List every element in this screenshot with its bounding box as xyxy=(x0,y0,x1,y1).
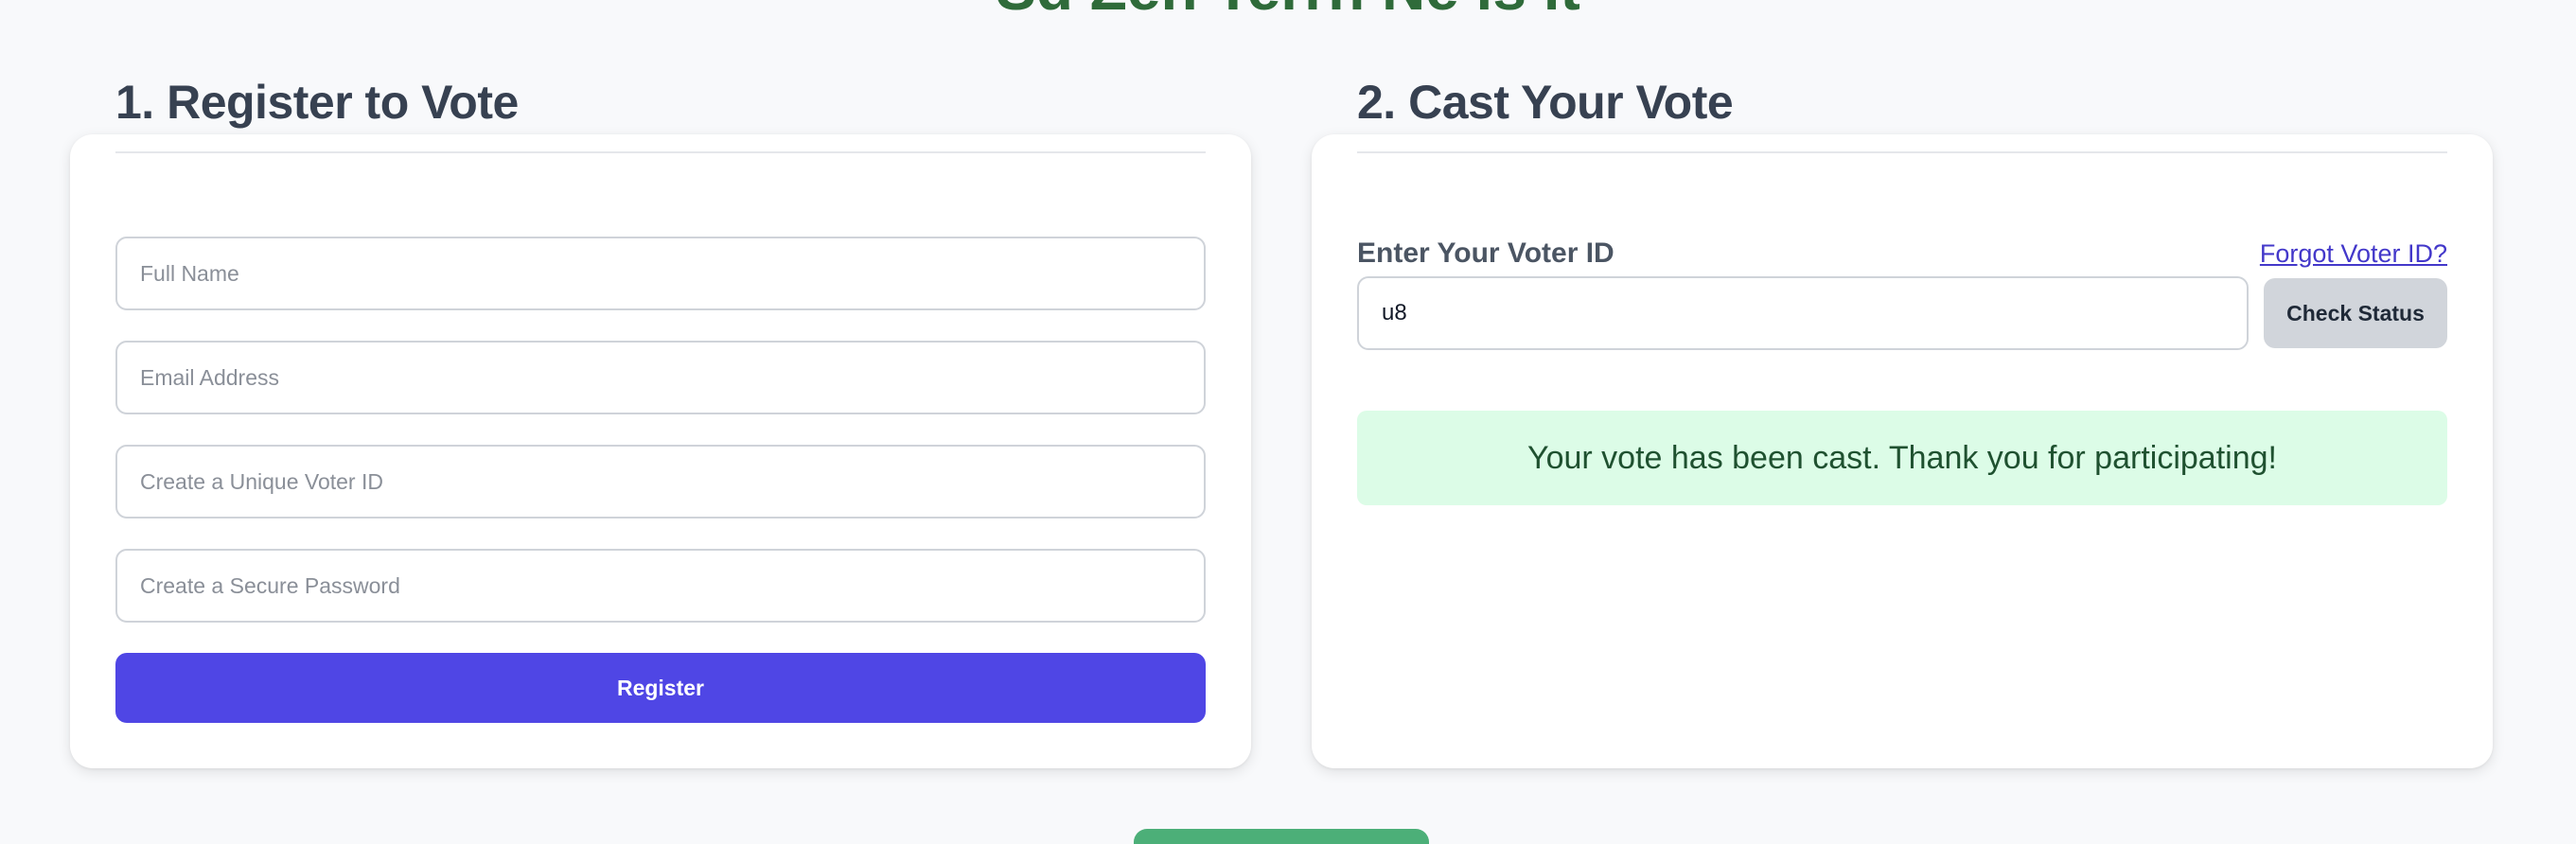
bottom-action-button[interactable] xyxy=(1134,829,1429,844)
voter-id-input[interactable] xyxy=(1357,276,2249,350)
cast-vote-heading: 2. Cast Your Vote xyxy=(1357,76,1734,129)
check-status-button[interactable]: Check Status xyxy=(2264,278,2447,348)
voter-id-label: Enter Your Voter ID xyxy=(1357,237,1614,269)
new-voter-id-input[interactable] xyxy=(115,445,1206,519)
register-divider xyxy=(115,151,1206,153)
full-name-input[interactable] xyxy=(115,237,1206,310)
password-input[interactable] xyxy=(115,549,1206,623)
page-title: Sd Zen Terrn Ne ls lt xyxy=(0,0,2576,19)
register-button[interactable]: Register xyxy=(115,653,1206,723)
forgot-voter-id-link[interactable]: Forgot Voter ID? xyxy=(2260,237,2447,271)
cast-vote-divider xyxy=(1357,151,2447,153)
email-input[interactable] xyxy=(115,341,1206,414)
register-heading: 1. Register to Vote xyxy=(115,76,519,129)
vote-cast-message: Your vote has been cast. Thank you for p… xyxy=(1357,411,2447,505)
